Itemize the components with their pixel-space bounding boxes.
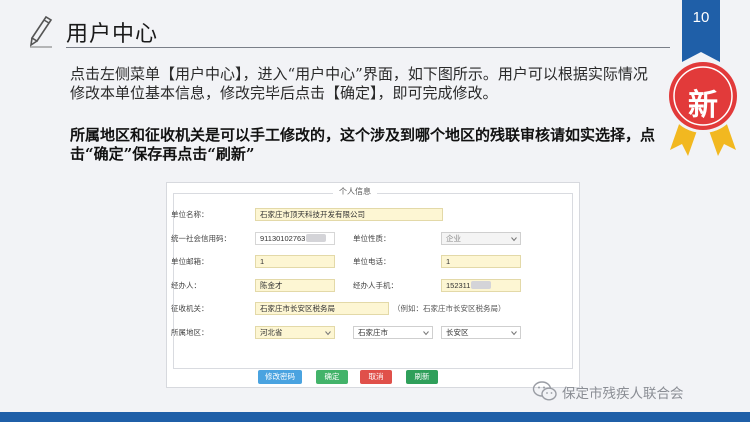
region-label: 所属地区： bbox=[171, 328, 209, 337]
handler-mobile-label: 经办人手机： bbox=[353, 281, 398, 290]
watermark-text: 保定市残疾人联合会 bbox=[562, 386, 684, 402]
badge-label: 新 bbox=[688, 88, 718, 123]
province-select[interactable]: 河北省 bbox=[255, 326, 335, 339]
credit-code-value: 91130102763 bbox=[260, 234, 306, 243]
handler-mobile-input[interactable]: 152311 bbox=[441, 279, 521, 292]
chevron-down-icon bbox=[423, 331, 429, 336]
page-title: 用户中心 bbox=[66, 22, 159, 47]
redaction-blur bbox=[471, 281, 492, 289]
user-info-form: 个人信息 单位名称： 石家庄市顶天科技开发有限公司 统一社会信用码： 91130… bbox=[166, 182, 580, 388]
change-password-button[interactable]: 修改密码 bbox=[258, 370, 302, 384]
postcode-label: 单位邮箱： bbox=[171, 257, 209, 266]
chevron-down-icon bbox=[325, 331, 331, 336]
unit-name-input[interactable]: 石家庄市顶天科技开发有限公司 bbox=[255, 208, 443, 221]
form-legend: 个人信息 bbox=[333, 186, 377, 197]
unit-name-label: 单位名称： bbox=[171, 210, 209, 219]
pencil-icon bbox=[29, 15, 53, 48]
unit-nature-value: 企业 bbox=[446, 234, 461, 243]
new-badge: 新 bbox=[662, 58, 744, 158]
instruction-paragraph: 点击左侧菜单【用户中心】，进入“用户中心”界面，如下图所示。用户可以根据实际情况… bbox=[70, 65, 648, 102]
confirm-button[interactable]: 确定 bbox=[316, 370, 348, 384]
bottom-bar bbox=[0, 412, 750, 422]
note-paragraph: 所属地区和征收机关是可以手工修改的，这个涉及到哪个地区的残联审核请如实选择，点击… bbox=[70, 126, 656, 163]
title-divider bbox=[66, 47, 670, 48]
slide-header: 用户中心 bbox=[0, 0, 750, 52]
district-select[interactable]: 长安区 bbox=[441, 326, 521, 339]
handler-mobile-value: 152311 bbox=[446, 281, 471, 290]
tax-office-hint: （例如：石家庄市长安区税务局） bbox=[393, 304, 506, 313]
chevron-down-icon bbox=[511, 237, 517, 242]
unit-nature-label: 单位性质： bbox=[353, 234, 391, 243]
credit-code-input[interactable]: 91130102763 bbox=[255, 232, 335, 245]
page-number: 10 bbox=[692, 9, 710, 26]
handler-input[interactable]: 陈金才 bbox=[255, 279, 335, 292]
unit-phone-input[interactable]: 1 bbox=[441, 255, 521, 268]
city-select[interactable]: 石家庄市 bbox=[353, 326, 433, 339]
district-value: 长安区 bbox=[446, 328, 469, 337]
tax-office-label: 征收机关： bbox=[171, 304, 209, 313]
refresh-button[interactable]: 刷新 bbox=[406, 370, 438, 384]
tax-office-input[interactable]: 石家庄市长安区税务局 bbox=[255, 302, 389, 315]
province-value: 河北省 bbox=[260, 328, 283, 337]
redaction-blur bbox=[306, 234, 327, 242]
chevron-down-icon bbox=[511, 331, 517, 336]
city-value: 石家庄市 bbox=[358, 328, 388, 337]
cancel-button[interactable]: 取消 bbox=[360, 370, 392, 384]
unit-nature-select[interactable]: 企业 bbox=[441, 232, 521, 245]
unit-phone-label: 单位电话： bbox=[353, 257, 391, 266]
handler-label: 经办人： bbox=[171, 281, 201, 290]
credit-code-label: 统一社会信用码： bbox=[171, 234, 231, 243]
page-number-ribbon: 10 bbox=[682, 0, 720, 62]
postcode-input[interactable]: 1 bbox=[255, 255, 335, 268]
wechat-icon bbox=[532, 381, 557, 401]
